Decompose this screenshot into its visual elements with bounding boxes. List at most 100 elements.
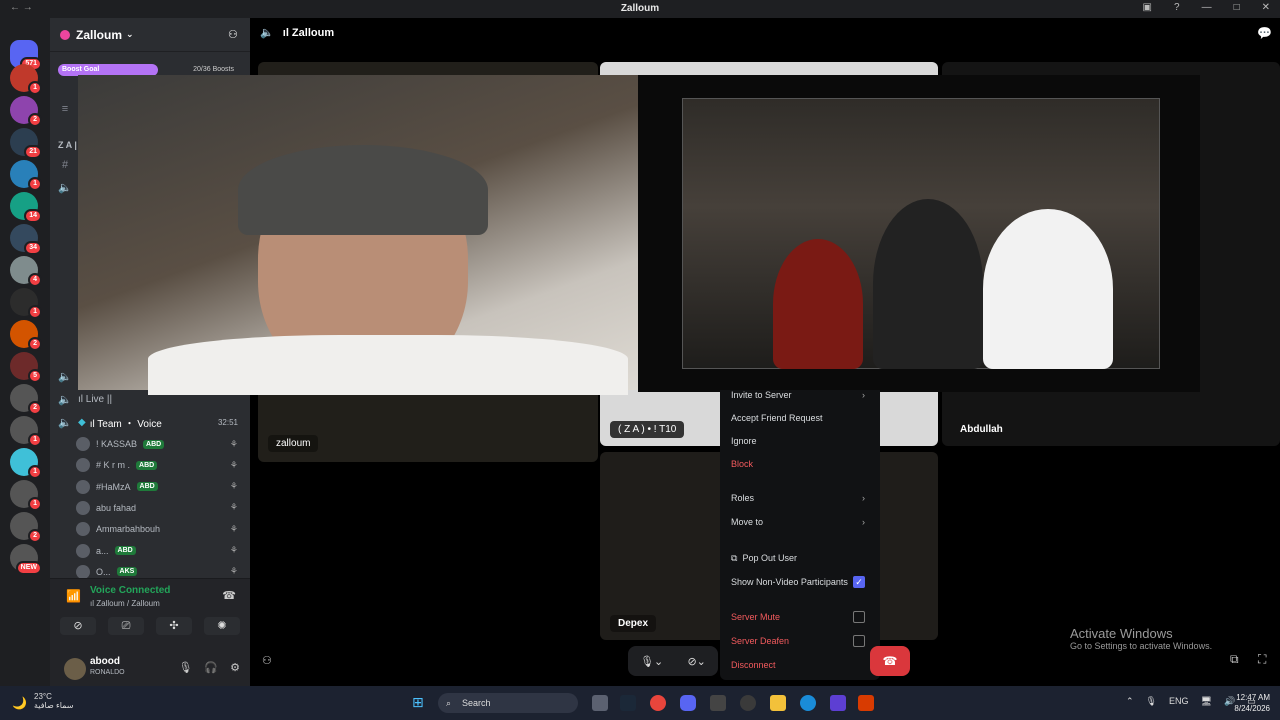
menu-roles[interactable]: Roles › [731,490,871,506]
server-icon[interactable]: 2 [10,512,42,543]
camera-off-button[interactable]: ⊘ [60,617,96,635]
server-badge: NEW [15,561,42,575]
server-icon[interactable]: 34 [10,224,42,255]
mic-icon[interactable]: 🎙⌄ [640,655,663,668]
menu-ignore[interactable]: Ignore [731,433,871,449]
tile-label: zalloum [268,435,319,452]
app-icon[interactable] [830,695,846,711]
chevron-up-icon[interactable]: ⌃ [1126,696,1134,707]
network-icon[interactable]: 🖥 [1201,696,1212,707]
server-icon[interactable]: 1 [10,288,42,319]
call-controls: 🎙⌄ ⊘⌄ [628,646,718,676]
checkbox[interactable] [853,611,865,623]
menu-disconnect[interactable]: Disconnect [731,657,871,673]
obs-icon[interactable] [740,695,756,711]
search-icon: ⌕ [446,698,452,708]
server-header[interactable]: Zalloum ⌄ ⚇ [50,18,250,52]
maximize-button[interactable]: □ [1234,2,1240,13]
language-indicator[interactable]: ENG [1169,696,1189,707]
server-icon[interactable]: 1 [10,416,42,447]
windows-start-icon[interactable]: ⊞ [412,694,424,711]
disconnect-icon[interactable]: ☎ [222,589,236,602]
server-icon[interactable]: 21 [10,128,42,159]
clock[interactable]: 12:47 AM 8/24/2026 [1234,692,1270,714]
file-explorer-icon[interactable] [770,695,786,711]
server-icon[interactable]: 1 [10,480,42,511]
server-icon[interactable]: 2 [10,96,42,127]
voice-member[interactable]: Ammarbahbouh ⚘ [76,520,244,538]
voice-member[interactable]: ! KASSAB ABD ⚘ [76,435,244,453]
chat-icon[interactable]: 💬 [1257,26,1272,40]
menu-block[interactable]: Block [731,456,871,472]
menu-server-mute[interactable]: Server Mute [731,609,871,625]
task-view-icon[interactable] [592,695,608,711]
server-icon[interactable]: 1 [10,160,42,191]
role-tag: ABD [114,546,136,555]
tile-label: Depex [610,615,657,632]
server-icon[interactable]: 1 [10,448,42,479]
popout-icon[interactable]: ⧉ [1230,652,1239,667]
server-icon[interactable]: 2 [10,384,42,415]
menu-invite[interactable]: Invite to Server › [731,387,871,403]
screen-share-button[interactable]: ⎚ [108,617,144,635]
ndi-icon[interactable] [710,695,726,711]
server-badge: 21 [24,145,42,159]
edge-icon[interactable] [800,695,816,711]
steam-icon[interactable] [620,695,636,711]
camera-off-icon[interactable]: ⊘⌄ [687,655,705,668]
discord-icon[interactable] [680,695,696,711]
hangup-button[interactable]: ☎ [870,646,910,676]
soundboard-button[interactable]: ✺ [204,617,240,635]
menu-server-deafen[interactable]: Server Deafen [731,633,871,649]
muted-icon: ⚘ [229,523,238,534]
server-badge: 1 [28,497,42,511]
help-icon[interactable]: ? [1174,2,1180,13]
server-icon[interactable]: 2 [10,320,42,351]
gear-icon[interactable]: ⚙ [230,661,240,674]
diamond-icon: ◆ [78,416,86,428]
mic-icon[interactable]: 🎙 [1146,696,1157,707]
minimize-button[interactable]: — [1202,2,1212,13]
invite-icon[interactable]: ⚇ [262,654,272,667]
member-name: Ammarbahbouh [96,524,161,535]
server-icon[interactable]: 1 [10,64,42,95]
headphones-icon[interactable]: 🎧 [204,661,218,674]
menu-move-to[interactable]: Move to › [731,514,871,530]
team-voice-channel[interactable]: 🔈 ◆ ıl Team ・ Voice 32:51 [58,413,244,431]
activity-button[interactable]: ✣ [156,617,192,635]
voice-member[interactable]: a... ABD ⚘ [76,542,244,560]
activate-windows-watermark: Activate Windows Go to Settings to activ… [1070,626,1213,651]
muted-icon: ⚘ [229,459,238,470]
fullscreen-icon[interactable]: ⛶ [1258,652,1266,667]
muted-icon: ⚘ [229,566,238,577]
close-button[interactable]: ✕ [1262,2,1270,13]
server-icon[interactable]: 14 [10,192,42,223]
avatar[interactable] [64,658,86,680]
checkbox[interactable] [853,635,865,647]
tile-label: Abdullah [960,424,1003,435]
checkbox-checked[interactable]: ✓ [853,576,865,588]
video-stream-right[interactable] [638,75,1200,392]
server-icon[interactable]: 5 [10,352,42,383]
chrome-icon[interactable] [650,695,666,711]
voice-member[interactable]: abu fahad ⚘ [76,499,244,517]
weather-widget[interactable]: 🌙 23°C سماء صافية [12,692,74,710]
mic-icon[interactable]: 🎙 [178,661,192,674]
menu-show-non-video[interactable]: Show Non-Video Participants ✓ [731,574,871,590]
menu-pop-out[interactable]: ⧉ Pop Out User [731,550,871,566]
taskbar-search[interactable]: ⌕ Search [438,693,578,713]
add-member-icon[interactable]: ⚇ [228,28,238,41]
username: abood [90,656,120,667]
member-name: #HaMzA [96,481,131,492]
inbox-icon[interactable]: ▣ [1143,2,1152,13]
voice-status: Voice Connected [90,585,171,596]
server-icon[interactable]: 4 [10,256,42,287]
server-list: 571 1 2 21 1 14 34 4 1 2 5 2 1 1 1 2 NEW [0,18,50,686]
voice-member[interactable]: #HaMzA ABD ⚘ [76,478,244,496]
video-stream-left[interactable] [78,75,638,395]
menu-accept-friend[interactable]: Accept Friend Request [731,410,871,426]
store-icon[interactable] [858,695,874,711]
voice-location[interactable]: ıl Zalloum / Zalloum [90,599,160,608]
server-icon[interactable]: NEW [10,544,42,575]
voice-member[interactable]: # K r m . ABD ⚘ [76,456,244,474]
